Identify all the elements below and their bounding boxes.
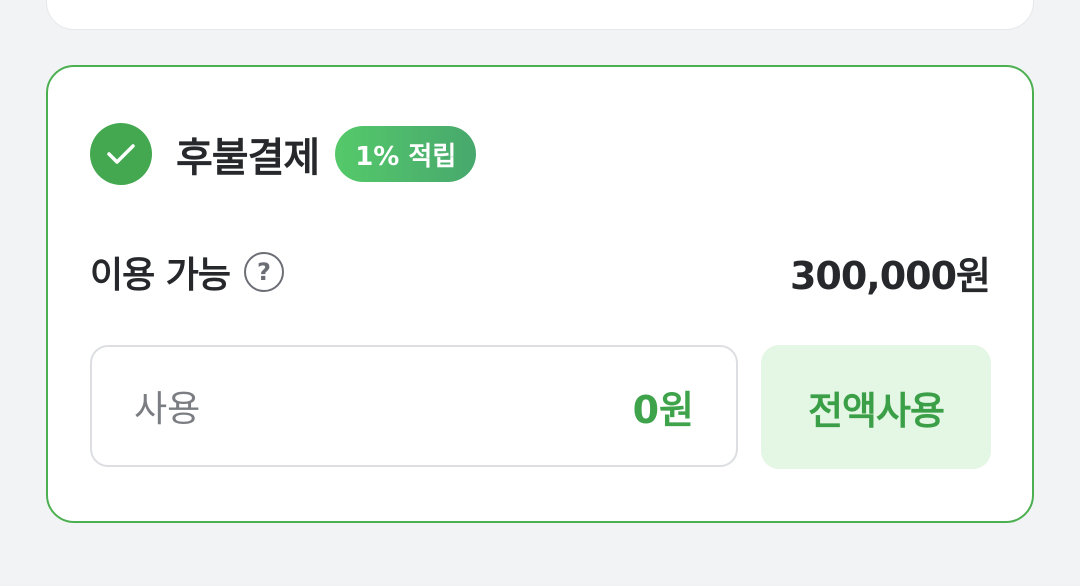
use-full-amount-button[interactable]: 전액사용 xyxy=(761,345,991,469)
use-amount-value: 0원 xyxy=(632,387,694,432)
use-amount-label: 사용 xyxy=(134,389,201,430)
reward-badge: 1% 적립 xyxy=(335,126,477,182)
available-label: 이용 가능 xyxy=(90,255,231,296)
help-icon[interactable]: ? xyxy=(244,252,285,292)
available-amount: 300,000원 xyxy=(789,253,991,298)
check-circle-icon[interactable] xyxy=(90,123,152,185)
deferred-payment-card[interactable]: 후불결제 1% 적립 이용 가능 ? 300,000원 사용 0원 전액사용 xyxy=(46,65,1034,523)
previous-card xyxy=(46,0,1034,30)
available-row: 이용 가능 ? 300,000원 xyxy=(90,247,991,298)
payment-title: 후불결제 xyxy=(176,135,320,181)
payment-header: 후불결제 1% 적립 xyxy=(90,123,477,185)
use-amount-input[interactable]: 사용 0원 xyxy=(90,345,738,467)
